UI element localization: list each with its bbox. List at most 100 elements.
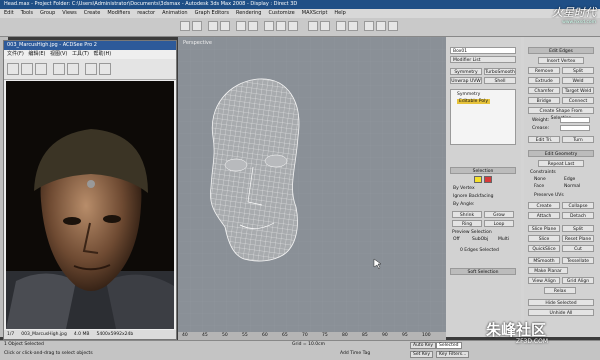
menu-tools[interactable]: Tools [21,10,33,16]
grow-button[interactable]: Grow [484,211,514,218]
acdsee-menu-help[interactable]: 帮助(H) [94,51,112,57]
tessellate-button[interactable]: Tessellate [562,257,594,264]
ignore-backfacing-checkbox[interactable]: Ignore Backfacing [453,194,493,199]
repeat-last-button[interactable]: Repeat Last [538,160,584,167]
snap-button[interactable] [308,21,318,31]
remove-button[interactable]: Remove [528,67,560,74]
align-button[interactable] [348,21,358,31]
soft-selection-rollout-title[interactable]: Soft Selection [450,268,516,275]
preserve-uvs-checkbox[interactable]: Preserve UVs [534,193,564,198]
detach-button[interactable]: Detach [562,212,594,219]
unlink-button[interactable] [220,21,230,31]
rotate-button[interactable] [276,21,286,31]
slice-button[interactable]: Slice [528,235,560,242]
shell-button[interactable]: Shell [484,77,516,84]
by-angle-checkbox[interactable]: By Angle: [453,202,475,207]
acdsee-prev-button[interactable] [21,63,33,75]
grid-align-button[interactable]: Grid Align [562,277,594,284]
material-editor-button[interactable] [364,21,374,31]
acdsee-next-button[interactable] [35,63,47,75]
menu-rendering[interactable]: Rendering [236,10,262,16]
acdsee-fullscreen-button[interactable] [99,63,111,75]
menu-group[interactable]: Group [40,10,55,16]
insert-vertex-button[interactable]: Insert Vertex [538,57,584,64]
shrink-button[interactable]: Shrink [452,211,482,218]
preview-subobj-radio[interactable]: SubObj [472,237,488,242]
viewport-label[interactable]: Perspective [183,40,212,46]
select-button[interactable] [236,21,246,31]
perspective-viewport[interactable] [178,37,446,332]
turn-button[interactable]: Turn [562,136,594,143]
menu-maxscript[interactable]: MAXScript [302,10,328,16]
weld-button[interactable]: Weld [562,77,594,84]
split-checkbox[interactable]: Split [562,225,594,232]
ring-button[interactable]: Ring [452,220,482,227]
turbosmooth-button[interactable]: TurboSmooth [484,68,516,75]
selected-set-dropdown[interactable]: Selected [436,342,462,349]
menu-create[interactable]: Create [84,10,101,16]
constraint-normal-radio[interactable]: Normal [564,184,580,189]
view-align-button[interactable]: View Align [528,277,560,284]
render-button[interactable] [376,21,386,31]
time-slider-track[interactable]: 40 45 50 55 60 65 70 75 80 85 90 95 100 [178,332,446,340]
constraint-face-radio[interactable]: Face [534,184,544,189]
menu-views[interactable]: Views [62,10,76,16]
create-shape-button[interactable]: Create Shape From Selection [528,107,594,121]
acdsee-title-bar[interactable]: 003_MarcusHigh.jpg - ACDSee Pro 2 [4,41,176,50]
preview-multi-radio[interactable]: Multi [498,237,509,242]
key-filters-button[interactable]: Key Filters... [436,351,470,358]
menu-edit[interactable]: Edit [4,10,14,16]
modifier-list-dropdown[interactable]: Modifier List [450,56,516,63]
constraint-none-radio[interactable]: None [534,177,546,182]
auto-key-button[interactable]: Auto Key [410,342,437,349]
preview-off-radio[interactable]: Off [453,237,460,242]
add-time-tag-button[interactable]: Add Time Tag [340,351,370,356]
menu-graph-editors[interactable]: Graph Editors [195,10,229,16]
acdsee-menu-view[interactable]: 视图(V) [50,51,67,57]
acdsee-zoom-in-button[interactable] [53,63,65,75]
target-weld-button[interactable]: Target Weld [562,87,594,94]
redo-button[interactable] [192,21,202,31]
relax-button[interactable]: Relax [544,287,576,294]
cut-button[interactable]: Cut [562,245,594,252]
acdsee-menu-edit[interactable]: 编辑(E) [28,51,45,57]
acdsee-window[interactable]: 003_MarcusHigh.jpg - ACDSee Pro 2 文件(F) … [3,40,177,340]
menu-modifiers[interactable]: Modifiers [107,10,130,16]
chamfer-button[interactable]: Chamfer [528,87,560,94]
mirror-button[interactable] [336,21,346,31]
bridge-button[interactable]: Bridge [528,97,560,104]
border-mode-icon[interactable] [484,176,492,183]
menu-customize[interactable]: Customize [269,10,295,16]
msmooth-button[interactable]: MSmooth [528,257,560,264]
make-planar-button[interactable]: Make Planar [528,267,568,274]
weight-spinner[interactable] [560,117,590,123]
symmetry-button[interactable]: Symmetry [450,68,482,75]
connect-button[interactable]: Connect [562,97,594,104]
edit-geometry-rollout-title[interactable]: Edit Geometry [528,150,594,157]
acdsee-browse-button[interactable] [7,63,19,75]
set-key-button[interactable]: Set Key [410,351,433,358]
link-button[interactable] [208,21,218,31]
attach-button[interactable]: Attach [528,212,560,219]
move-button[interactable] [264,21,274,31]
menu-help[interactable]: Help [334,10,345,16]
select-region-button[interactable] [248,21,258,31]
stack-item-editable-poly[interactable]: Editable Poly [457,99,490,104]
acdsee-rotate-button[interactable] [85,63,97,75]
reset-plane-button[interactable]: Reset Plane [562,235,594,242]
menu-animation[interactable]: Animation [162,10,188,16]
split-button[interactable]: Split [562,67,594,74]
constraint-edge-radio[interactable]: Edge [564,177,575,182]
hide-selected-button[interactable]: Hide Selected [528,299,594,306]
quick-render-button[interactable] [388,21,398,31]
by-vertex-checkbox[interactable]: By Vertex [453,186,475,191]
scale-button[interactable] [288,21,298,31]
edge-mode-icon[interactable] [474,176,482,183]
unhide-all-button[interactable]: Unhide All [528,309,594,316]
slice-plane-button[interactable]: Slice Plane [528,225,560,232]
menu-reactor[interactable]: reactor [137,10,155,16]
acdsee-menu-tools[interactable]: 工具(T) [72,51,89,57]
unwrap-uvw-button[interactable]: Unwrap UVW [450,77,482,84]
undo-button[interactable] [180,21,190,31]
edit-edges-rollout-title[interactable]: Edit Edges [528,47,594,54]
